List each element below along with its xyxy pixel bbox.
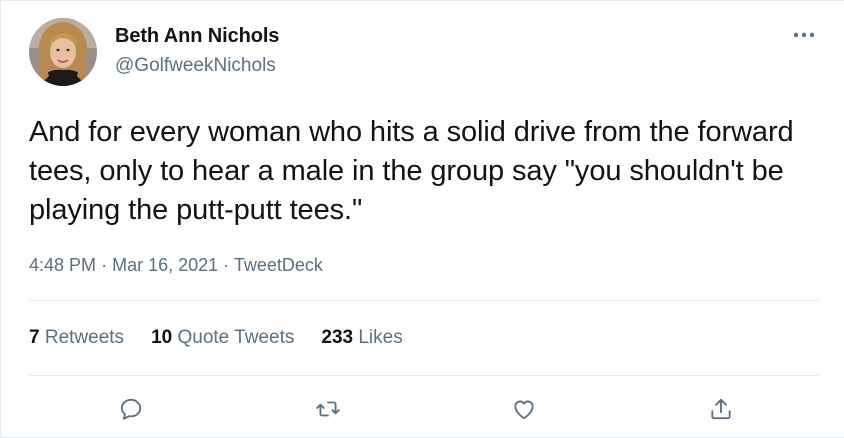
heart-icon [514, 400, 534, 420]
divider [29, 300, 819, 301]
avatar[interactable] [29, 18, 97, 86]
tweet-card: Beth Ann Nichols @GolfweekNichols And fo… [0, 0, 844, 438]
tweet-source[interactable]: TweetDeck [234, 255, 323, 275]
more-icon [793, 32, 815, 38]
author-name[interactable]: Beth Ann Nichols [115, 25, 279, 48]
avatar-image [29, 18, 97, 86]
tweet-text: And for every woman who hits a solid dri… [29, 116, 794, 226]
quote-tweets-count: 10 [151, 327, 173, 348]
retweet-button[interactable] [314, 395, 342, 423]
retweets-count: 7 [29, 327, 40, 348]
reply-icon [120, 398, 142, 420]
share-icon [711, 398, 731, 420]
retweet-icon [316, 401, 340, 417]
like-button[interactable] [510, 395, 538, 423]
tweet-stats: 7 Retweets 10 Quote Tweets 233 Likes [29, 327, 403, 349]
share-button[interactable] [707, 395, 735, 423]
tweet-meta: 4:48 PM · Mar 16, 2021 · TweetDeck [29, 255, 323, 276]
retweets-label: Retweets [44, 327, 125, 348]
reply-button[interactable] [117, 395, 145, 423]
tweet-time[interactable]: 4:48 PM [29, 255, 96, 275]
meta-separator: · [101, 255, 108, 275]
likes-count: 233 [321, 327, 354, 348]
retweets-stat[interactable]: 7 Retweets [29, 327, 124, 349]
more-options-button[interactable] [788, 25, 820, 45]
meta-separator: · [223, 255, 230, 275]
divider [29, 375, 819, 376]
likes-stat[interactable]: 233 Likes [321, 327, 402, 349]
tweet-date[interactable]: Mar 16, 2021 [112, 255, 218, 275]
quote-tweets-stat[interactable]: 10 Quote Tweets [151, 327, 294, 349]
likes-label: Likes [358, 327, 403, 348]
quote-tweets-label: Quote Tweets [177, 327, 295, 348]
author-handle[interactable]: @GolfweekNichols [115, 55, 276, 77]
